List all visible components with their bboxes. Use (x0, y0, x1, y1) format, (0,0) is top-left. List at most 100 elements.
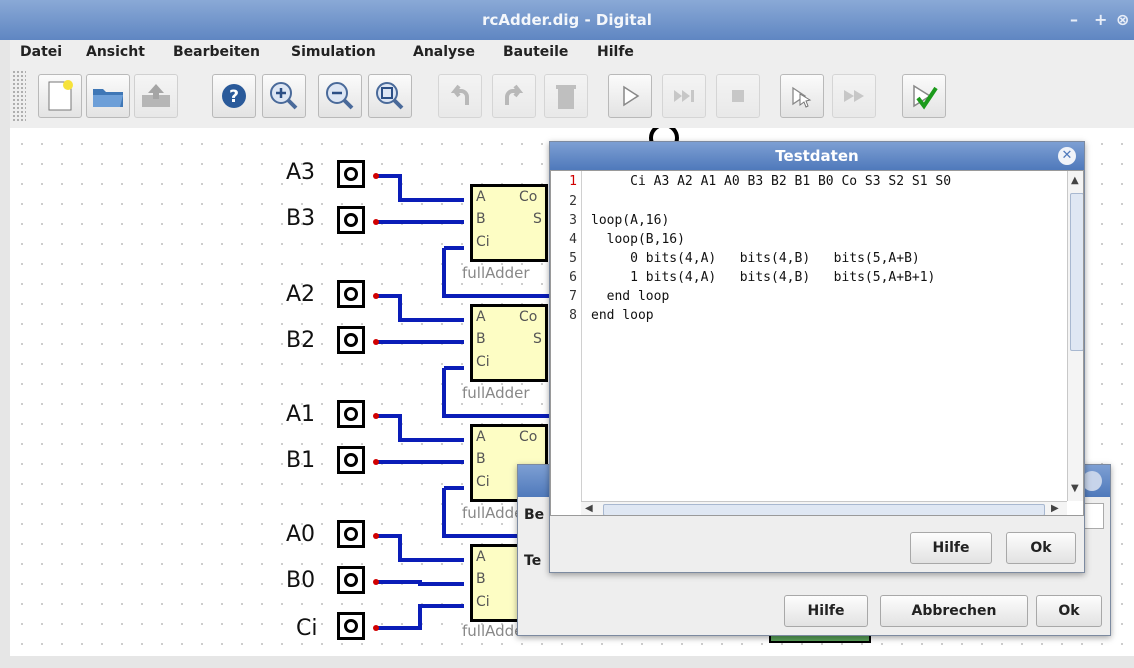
adder-out-co: Co (519, 309, 538, 325)
menu-bauteile[interactable]: Bauteile (503, 44, 568, 60)
window-title: rcAdder.dig - Digital (482, 11, 652, 29)
code-line: end loop (591, 289, 670, 304)
line-number: 4 (569, 232, 577, 247)
code-line: Ci A3 A2 A1 A0 B3 B2 B1 B0 Co S3 S2 S1 S… (591, 174, 952, 189)
adder-out-s: S (533, 331, 542, 347)
help-icon[interactable]: ? (212, 74, 256, 118)
scroll-down-icon[interactable]: ▼ (1071, 483, 1079, 494)
testdata-dialog: Testdaten ✕ 1 2 3 4 5 6 7 8 Ci A3 A2 A1 … (549, 141, 1085, 573)
adder-in-a: A (476, 429, 486, 445)
step-icon[interactable] (662, 74, 706, 118)
status-bar (0, 656, 1134, 668)
testdata-editor[interactable]: 1 2 3 4 5 6 7 8 Ci A3 A2 A1 A0 B3 B2 B1 … (550, 170, 1084, 516)
adder-in-b: B (476, 571, 486, 587)
adder-in-ci: Ci (476, 474, 490, 490)
input-pin-a3[interactable] (337, 160, 365, 188)
adder-in-b: B (476, 451, 486, 467)
toolbar: ? (10, 66, 1134, 129)
input-pin-a2[interactable] (337, 280, 365, 308)
pin-label-a2: A2 (286, 282, 316, 307)
save-icon[interactable] (134, 74, 178, 118)
menu-simulation[interactable]: Simulation (291, 44, 376, 60)
scroll-left-icon[interactable]: ◀ (585, 503, 593, 514)
full-adder-3[interactable]: A B Ci Co S (470, 184, 548, 262)
horizontal-scroll-thumb[interactable] (603, 504, 1045, 515)
input-pin-ci[interactable] (337, 612, 365, 640)
line-number: 2 (569, 194, 577, 209)
testdata-ok-button[interactable]: Ok (1006, 532, 1076, 564)
adder-in-a: A (476, 189, 486, 205)
adder-name-2: fullAdder (462, 384, 530, 402)
run-icon[interactable] (608, 74, 652, 118)
adder-in-a: A (476, 549, 486, 565)
menu-hilfe[interactable]: Hilfe (597, 44, 634, 60)
redo-icon[interactable] (492, 74, 536, 118)
scroll-up-icon[interactable]: ▲ (1071, 175, 1079, 186)
input-pin-b3[interactable] (337, 206, 365, 234)
input-pin-a0[interactable] (337, 520, 365, 548)
zoom-in-icon[interactable] (262, 74, 306, 118)
zoom-fit-icon[interactable] (368, 74, 412, 118)
attributes-label-be: Be (524, 507, 545, 523)
adder-in-ci: Ci (476, 234, 490, 250)
pin-label-a1: A1 (286, 402, 316, 427)
pin-label-b2: B2 (286, 328, 316, 353)
window-titlebar: rcAdder.dig - Digital – + ⊗ (0, 0, 1134, 40)
attributes-field[interactable] (1084, 503, 1104, 529)
full-adder-2[interactable]: A B Ci Co S (470, 304, 548, 382)
line-number: 1 (569, 174, 577, 189)
fast-forward-icon[interactable] (832, 74, 876, 118)
attributes-label-te: Te (524, 553, 542, 569)
vertical-scrollbar[interactable]: ▲ ▼ (1067, 171, 1083, 501)
attributes-close-icon[interactable] (1082, 471, 1102, 491)
input-pin-a1[interactable] (337, 400, 365, 428)
attributes-ok-button[interactable]: Ok (1036, 595, 1102, 627)
testdata-help-button[interactable]: Hilfe (910, 532, 992, 564)
horizontal-scrollbar[interactable]: ◀ ▶ (581, 501, 1067, 515)
adder-in-b: B (476, 211, 486, 227)
menu-datei[interactable]: Datei (20, 44, 62, 60)
svg-text:?: ? (229, 87, 239, 107)
code-line: loop(B,16) (591, 232, 685, 247)
vertical-scroll-thumb[interactable] (1070, 193, 1083, 351)
open-folder-icon[interactable] (86, 74, 130, 118)
menu-analyse[interactable]: Analyse (413, 44, 475, 60)
line-number: 5 (569, 251, 577, 266)
attributes-help-button[interactable]: Hilfe (784, 595, 868, 627)
toolbar-grip[interactable] (12, 70, 26, 122)
code-line: end loop (591, 308, 654, 323)
pin-label-b3: B3 (286, 206, 316, 231)
input-pin-b2[interactable] (337, 326, 365, 354)
gate-step-icon[interactable] (780, 74, 824, 118)
stop-icon[interactable] (716, 74, 760, 118)
attributes-cancel-button[interactable]: Abbrechen (880, 595, 1028, 627)
pin-label-a0: A0 (286, 522, 316, 547)
line-number: 7 (569, 289, 577, 304)
code-line: 1 bits(4,A) bits(4,B) bits(5,A+B+1) (591, 270, 936, 285)
adder-in-b: B (476, 331, 486, 347)
input-pin-b0[interactable] (337, 566, 365, 594)
pin-label-ci: Ci (296, 616, 318, 641)
line-number-gutter: 1 2 3 4 5 6 7 8 (551, 171, 582, 515)
line-number: 8 (569, 308, 577, 323)
line-number: 3 (569, 213, 577, 228)
testdata-dialog-titlebar: Testdaten ✕ (550, 142, 1084, 170)
new-file-icon[interactable] (38, 74, 82, 118)
close-icon[interactable]: ✕ (1058, 147, 1076, 165)
code-line: 0 bits(4,A) bits(4,B) bits(5,A+B) (591, 251, 920, 266)
test-check-icon[interactable] (902, 74, 946, 118)
menu-bearbeiten[interactable]: Bearbeiten (173, 44, 260, 60)
delete-icon[interactable] (544, 74, 588, 118)
menu-ansicht[interactable]: Ansicht (86, 44, 145, 60)
scroll-right-icon[interactable]: ▶ (1051, 503, 1059, 514)
close-window-button[interactable]: ⊗ (1116, 10, 1129, 29)
maximize-button[interactable]: + (1094, 10, 1107, 29)
adder-out-s: S (533, 211, 542, 227)
undo-icon[interactable] (438, 74, 482, 118)
pin-label-b0: B0 (286, 568, 316, 593)
testdata-dialog-title: Testdaten (775, 147, 859, 165)
minimize-button[interactable]: – (1070, 10, 1078, 29)
input-pin-b1[interactable] (337, 446, 365, 474)
zoom-out-icon[interactable] (318, 74, 362, 118)
adder-out-co: Co (519, 429, 538, 445)
